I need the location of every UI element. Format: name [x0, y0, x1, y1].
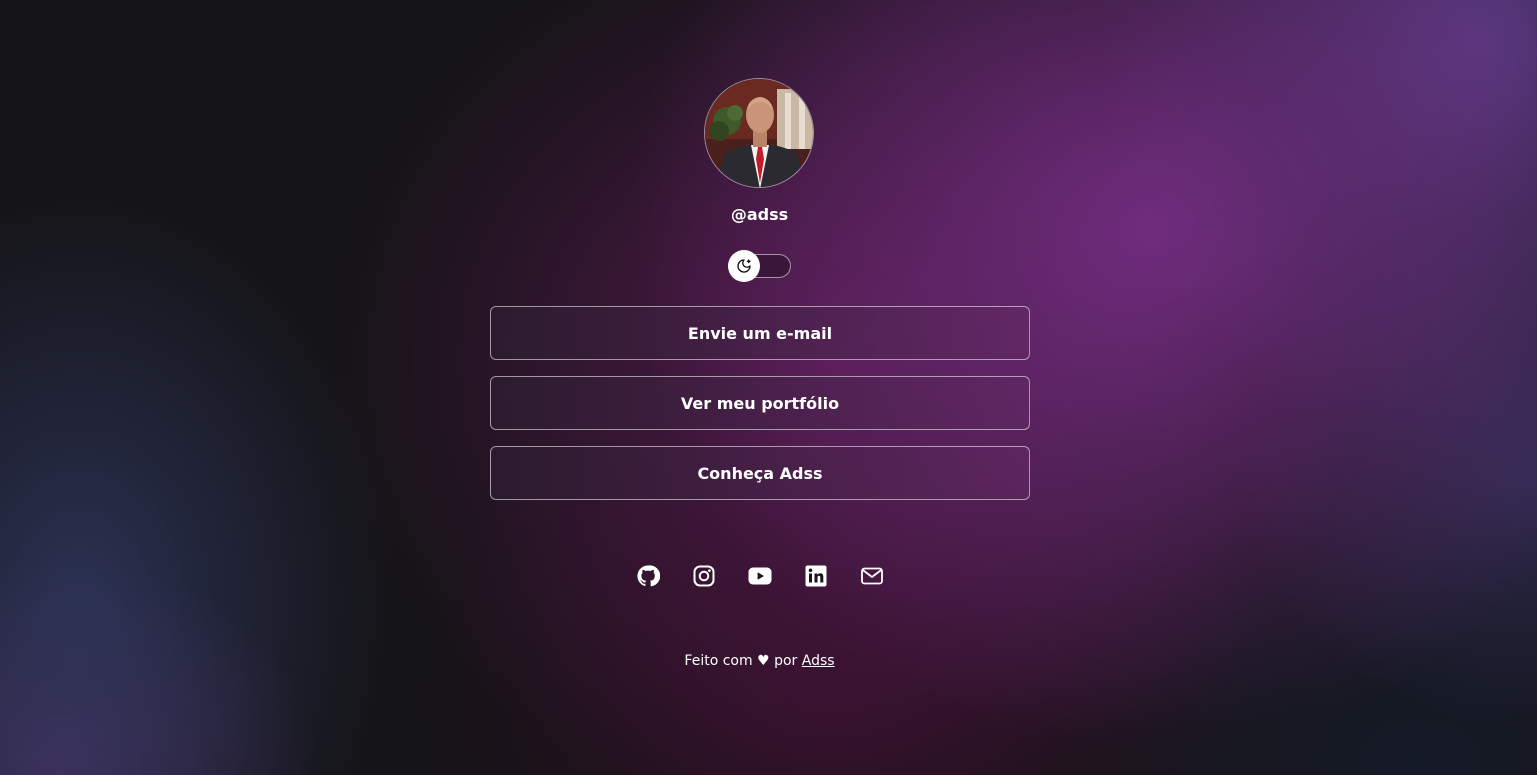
linkedin-icon[interactable] — [804, 564, 828, 588]
avatar — [704, 78, 814, 188]
portfolio-button[interactable]: Ver meu portfólio — [490, 376, 1030, 430]
theme-toggle[interactable] — [728, 250, 791, 282]
toggle-knob[interactable] — [728, 250, 760, 282]
footer-author-link[interactable]: Adss — [802, 653, 835, 669]
moon-stars-icon — [737, 259, 751, 273]
footer-by: por — [774, 653, 798, 669]
instagram-icon[interactable] — [692, 564, 716, 588]
page: @adss Envie um e-mail Ver meu portfólio … — [0, 0, 1537, 775]
heart-icon: ♥ — [757, 653, 770, 669]
social-links — [636, 564, 886, 588]
mail-icon[interactable] — [860, 564, 884, 588]
send-email-button[interactable]: Envie um e-mail — [490, 306, 1030, 360]
avatar-photo — [705, 79, 813, 187]
footer-made-with: Feito com — [684, 653, 753, 669]
about-adss-button[interactable]: Conheça Adss — [490, 446, 1030, 500]
profile-handle: @adss — [730, 205, 789, 224]
youtube-icon[interactable] — [748, 564, 772, 588]
footer: Feito com ♥ por Adss — [0, 651, 1519, 671]
github-icon[interactable] — [636, 564, 661, 588]
